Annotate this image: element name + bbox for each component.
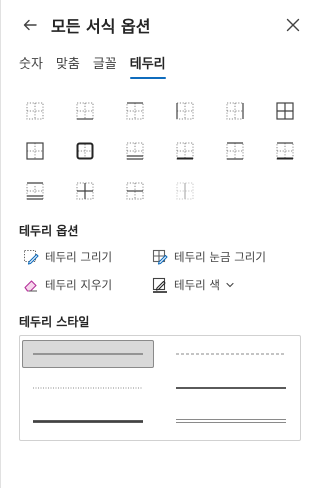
right-border-button[interactable] bbox=[221, 98, 249, 124]
pane-title: 모든 서식 옵션 bbox=[51, 17, 151, 36]
border-inside-horizontal-icon bbox=[126, 182, 144, 200]
border-right-icon bbox=[226, 102, 244, 120]
border-bottom-icon bbox=[26, 102, 44, 120]
inside-borders-button[interactable] bbox=[71, 178, 99, 204]
border-options-title: 테두리 옵션 bbox=[19, 224, 79, 238]
draw-border-label: 테두리 그리기 bbox=[45, 250, 113, 264]
draw-border-grid-label: 테두리 눈금 그리기 bbox=[174, 250, 266, 264]
format-options-pane: 모든 서식 옵션 숫자 맞춤 글꼴 테두리 테두리 옵션 테두리 그리기 테두리… bbox=[0, 0, 308, 488]
tab-font[interactable]: 글꼴 bbox=[93, 53, 117, 77]
style-double[interactable] bbox=[165, 407, 297, 435]
border-color-button[interactable]: 테두리 색 bbox=[152, 277, 234, 293]
border-left-icon bbox=[176, 102, 194, 120]
left-border-button[interactable] bbox=[171, 98, 199, 124]
style-thin-solid[interactable] bbox=[22, 340, 154, 368]
inside-horizontal-border-button[interactable] bbox=[121, 178, 149, 204]
all-borders-button[interactable] bbox=[271, 98, 299, 124]
close-button[interactable] bbox=[283, 15, 303, 35]
top-border-button[interactable] bbox=[71, 98, 99, 124]
style-dashed[interactable] bbox=[165, 340, 297, 368]
border-all-icon bbox=[276, 102, 294, 120]
bottom-double-border-button[interactable] bbox=[121, 138, 149, 164]
style-dotted[interactable] bbox=[22, 374, 154, 402]
border-bottom-line-icon bbox=[76, 102, 94, 120]
top-border-button-2[interactable] bbox=[121, 98, 149, 124]
pencil-border-icon bbox=[23, 249, 39, 265]
line-medium-solid bbox=[176, 387, 286, 389]
border-color-label: 테두리 색 bbox=[174, 278, 220, 292]
pane-header: 모든 서식 옵션 bbox=[1, 0, 309, 50]
bottom-border-button[interactable] bbox=[21, 98, 49, 124]
pencil-grid-icon bbox=[152, 249, 168, 265]
format-tabs: 숫자 맞춤 글꼴 테두리 bbox=[19, 53, 179, 79]
border-inside-icon bbox=[76, 182, 94, 200]
style-thick-solid[interactable] bbox=[22, 407, 154, 435]
pen-color-icon bbox=[152, 277, 168, 293]
inside-vertical-border-button[interactable] bbox=[171, 178, 199, 204]
border-thick-outside-icon bbox=[76, 142, 94, 160]
line-dotted bbox=[33, 387, 143, 389]
border-inside-vertical-icon bbox=[176, 182, 194, 200]
tab-alignment[interactable]: 맞춤 bbox=[56, 53, 80, 77]
chevron-down-icon bbox=[226, 282, 234, 288]
draw-border-button[interactable]: 테두리 그리기 bbox=[23, 249, 112, 265]
line-thin-solid bbox=[33, 353, 143, 355]
line-dashed bbox=[176, 353, 286, 355]
line-thick-solid bbox=[33, 419, 143, 423]
top-double-bottom-border-button[interactable] bbox=[21, 178, 49, 204]
border-top-bottom-icon bbox=[226, 142, 244, 160]
border-top-double-bottom-icon bbox=[26, 182, 44, 200]
bottom-thick-border-button[interactable] bbox=[171, 138, 199, 164]
arrow-left-icon bbox=[23, 19, 37, 31]
close-icon bbox=[286, 18, 300, 32]
top-bottom-border-button[interactable] bbox=[221, 138, 249, 164]
border-style-gallery bbox=[19, 335, 301, 441]
eraser-icon bbox=[23, 277, 39, 293]
draw-border-grid-button[interactable]: 테두리 눈금 그리기 bbox=[152, 249, 266, 265]
border-bottom-thick-icon bbox=[176, 142, 194, 160]
top-thick-bottom-border-button[interactable] bbox=[271, 138, 299, 164]
border-outside-icon bbox=[26, 142, 44, 160]
thick-outside-borders-button[interactable] bbox=[71, 138, 99, 164]
erase-border-button[interactable]: 테두리 지우기 bbox=[23, 277, 112, 293]
border-style-title: 테두리 스타일 bbox=[19, 315, 90, 329]
line-double bbox=[176, 419, 286, 423]
tab-number[interactable]: 숫자 bbox=[19, 53, 43, 77]
border-top-thick-bottom-icon bbox=[276, 142, 294, 160]
erase-border-label: 테두리 지우기 bbox=[45, 278, 113, 292]
tab-border[interactable]: 테두리 bbox=[129, 53, 166, 79]
border-top-icon bbox=[126, 102, 144, 120]
back-button[interactable] bbox=[19, 14, 41, 36]
style-medium-solid[interactable] bbox=[165, 374, 297, 402]
outside-borders-button[interactable] bbox=[21, 138, 49, 164]
border-bottom-double-icon bbox=[126, 142, 144, 160]
